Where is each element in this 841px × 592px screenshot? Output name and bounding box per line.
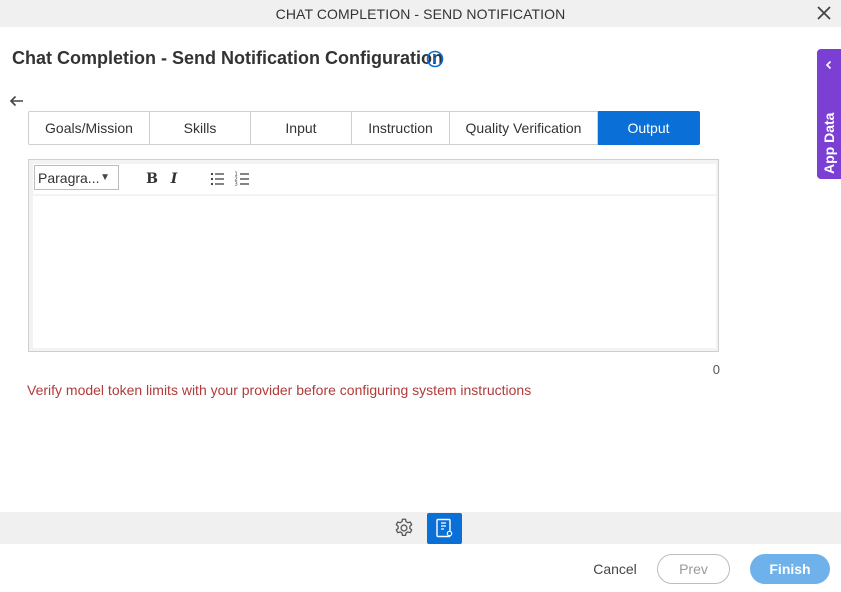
paragraph-format-value: Paragra... bbox=[38, 170, 100, 186]
numbered-list-icon[interactable]: 1 2 3 bbox=[234, 170, 252, 188]
tab-input[interactable]: Input bbox=[251, 111, 352, 145]
character-count: 0 bbox=[712, 362, 720, 377]
bottom-toolbar bbox=[0, 512, 841, 544]
editor-content-area[interactable] bbox=[33, 196, 716, 348]
gear-icon[interactable] bbox=[393, 517, 415, 539]
app-data-label: App Data bbox=[821, 112, 837, 174]
tab-skills[interactable]: Skills bbox=[150, 111, 251, 145]
tab-bar: Goals/Mission Skills Input Instruction Q… bbox=[28, 111, 700, 145]
info-icon[interactable] bbox=[426, 50, 444, 68]
rich-text-editor: Paragra... ▼ B I 1 2 3 bbox=[28, 159, 719, 352]
bold-button[interactable]: B bbox=[143, 170, 161, 188]
editor-toolbar: Paragra... ▼ B I 1 2 3 bbox=[33, 164, 716, 194]
arrow-left-icon[interactable] bbox=[9, 93, 25, 109]
svg-text:3: 3 bbox=[235, 182, 238, 188]
prev-button[interactable]: Prev bbox=[657, 554, 730, 584]
app-data-panel-toggle[interactable]: App Data bbox=[817, 49, 841, 179]
page-title: Chat Completion - Send Notification Conf… bbox=[12, 48, 443, 68]
bulleted-list-icon[interactable] bbox=[209, 170, 227, 188]
document-icon bbox=[436, 518, 453, 538]
cancel-button[interactable]: Cancel bbox=[586, 554, 644, 584]
paragraph-format-select[interactable]: Paragra... ▼ bbox=[34, 165, 119, 190]
italic-button[interactable]: I bbox=[165, 170, 183, 188]
document-button[interactable] bbox=[427, 513, 462, 544]
tab-goals-mission[interactable]: Goals/Mission bbox=[28, 111, 150, 145]
window-title: CHAT COMPLETION - SEND NOTIFICATION bbox=[275, 6, 566, 22]
finish-button[interactable]: Finish bbox=[750, 554, 830, 584]
dropdown-arrow-icon: ▼ bbox=[100, 172, 110, 183]
tab-quality-verification[interactable]: Quality Verification bbox=[450, 111, 598, 145]
close-icon[interactable] bbox=[816, 5, 832, 21]
window-titlebar: CHAT COMPLETION - SEND NOTIFICATION bbox=[0, 0, 841, 27]
tab-output[interactable]: Output bbox=[598, 111, 700, 145]
chevron-left-icon bbox=[825, 60, 832, 70]
token-limit-warning: Verify model token limits with your prov… bbox=[27, 382, 532, 398]
tab-instruction[interactable]: Instruction bbox=[352, 111, 450, 145]
